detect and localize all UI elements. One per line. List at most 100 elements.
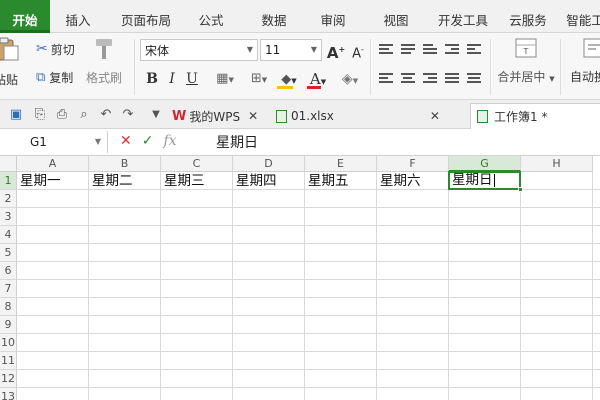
merge-icon[interactable]: ⊞▼ <box>244 68 274 90</box>
save-icon[interactable]: ▣ <box>8 107 24 123</box>
chevron-down-icon: ▼ <box>94 137 101 146</box>
fill-color-icon[interactable]: ◆▼ <box>274 68 304 90</box>
border-icon[interactable]: ▦▼ <box>210 68 240 90</box>
select-all-corner[interactable] <box>0 156 17 172</box>
cell-d1[interactable]: 星期四 <box>233 172 305 190</box>
underline-button[interactable]: U <box>182 68 202 90</box>
tab-insert[interactable]: 插入 <box>55 0 101 33</box>
align-middle-icon[interactable] <box>401 44 415 56</box>
cut-button[interactable]: ✂ 剪切 <box>36 38 75 60</box>
paste-label: 粘贴 <box>0 73 19 87</box>
row-header-12[interactable]: 12 <box>0 370 17 388</box>
column-header-d[interactable]: D <box>233 156 305 172</box>
tab-data[interactable]: 数据 <box>251 0 297 33</box>
justify-icon[interactable] <box>445 73 459 85</box>
close-icon[interactable]: ✕ <box>248 109 258 123</box>
font-size-combo[interactable]: 11 ▼ <box>260 39 322 61</box>
column-header-a[interactable]: A <box>17 156 89 172</box>
column-header-h[interactable]: H <box>521 156 593 172</box>
cell-text: 星期五 <box>308 173 349 189</box>
row-header-1[interactable]: 1 <box>0 172 17 190</box>
export-pdf-icon[interactable]: ⎘ <box>32 107 48 123</box>
wrap-text-button[interactable]: 自动换行 <box>564 37 600 85</box>
row-header-9[interactable]: 9 <box>0 316 17 334</box>
font-name-combo[interactable]: 宋体 ▼ <box>140 39 258 61</box>
close-icon[interactable]: ✕ <box>430 109 440 123</box>
outdent-icon[interactable] <box>445 44 459 56</box>
ribbon-divider <box>490 39 491 95</box>
align-right-icon[interactable] <box>423 73 437 85</box>
doc-tab-workbook1[interactable]: 工作簿1 * <box>470 103 600 129</box>
align-left-icon[interactable] <box>379 73 393 85</box>
align-bottom-icon[interactable] <box>423 44 437 56</box>
tab-cloud[interactable]: 云服务 <box>503 0 553 33</box>
paste-button[interactable]: 粘贴 <box>0 37 20 88</box>
tab-formulas[interactable]: 公式 <box>188 0 234 33</box>
formula-actions: ✕ ✓ fx <box>120 133 177 149</box>
column-header-f[interactable]: F <box>377 156 449 172</box>
italic-button[interactable]: I <box>162 68 182 90</box>
ribbon-divider <box>370 39 371 95</box>
doc-tab-label: 我的WPS <box>189 109 241 124</box>
format-painter-button[interactable]: 格式刷 <box>86 37 122 86</box>
cell-f1[interactable]: 星期六 <box>377 172 449 190</box>
indent-icon[interactable] <box>467 44 481 56</box>
cell-g1[interactable]: 星期日 <box>448 171 521 190</box>
cell-a1[interactable]: 星期一 <box>17 172 89 190</box>
column-header-b[interactable]: B <box>89 156 161 172</box>
tab-developer[interactable]: 开发工具 <box>430 0 496 33</box>
redo-icon[interactable]: ↷ <box>120 107 136 123</box>
formula-bar: G1 ▼ ✕ ✓ fx 星期日 <box>0 129 600 156</box>
customize-dropdown-icon[interactable]: ▼ <box>148 107 164 123</box>
align-top-icon[interactable] <box>379 44 393 56</box>
row-header-3[interactable]: 3 <box>0 208 17 226</box>
merge-center-button[interactable]: T 合并居中 ▼ <box>495 37 557 85</box>
column-header-g[interactable]: G <box>449 156 521 172</box>
cancel-icon[interactable]: ✕ <box>120 133 132 149</box>
cell-area[interactable]: 星期一 星期二 星期三 星期四 星期五 星期六 星期日 <box>17 171 600 400</box>
wps-logo-icon: W <box>172 108 187 124</box>
copy-button[interactable]: ⧉ 复制 <box>36 66 73 88</box>
ribbon-tabs: 开始 插入 页面布局 公式 数据 审阅 视图 开发工具 云服务 智能工 <box>0 0 600 33</box>
cell-c1[interactable]: 星期三 <box>161 172 233 190</box>
row-header-8[interactable]: 8 <box>0 298 17 316</box>
formula-input[interactable]: 星期日 <box>216 132 258 152</box>
tab-home[interactable]: 开始 <box>0 0 50 33</box>
doc-tab-my-wps[interactable]: W 我的WPS ✕ <box>172 103 258 129</box>
row-header-4[interactable]: 4 <box>0 226 17 244</box>
merge-center-label: 合并居中 ▼ <box>497 70 555 84</box>
row-header-11[interactable]: 11 <box>0 352 17 370</box>
font-name-value: 宋体 <box>145 43 170 58</box>
doc-tab-01-xlsx[interactable]: 01.xlsx ✕ <box>276 103 440 129</box>
tab-view[interactable]: 视图 <box>373 0 419 33</box>
tab-review[interactable]: 审阅 <box>310 0 356 33</box>
row-header-5[interactable]: 5 <box>0 244 17 262</box>
row-header-2[interactable]: 2 <box>0 190 17 208</box>
column-header-e[interactable]: E <box>305 156 377 172</box>
row-header-7[interactable]: 7 <box>0 280 17 298</box>
undo-icon[interactable]: ↶ <box>98 107 114 123</box>
print-preview-icon[interactable]: ⌕ <box>76 107 92 123</box>
row-header-13[interactable]: 13 <box>0 388 17 400</box>
function-icon[interactable]: fx <box>163 133 176 149</box>
distribute-icon[interactable] <box>467 73 481 85</box>
clear-format-icon[interactable]: ◈▼ <box>336 68 364 90</box>
cell-text: 星期四 <box>236 173 277 189</box>
tab-smart[interactable]: 智能工 <box>560 0 600 33</box>
fill-handle[interactable] <box>518 187 523 192</box>
tab-page-layout[interactable]: 页面布局 <box>112 0 180 33</box>
cell-e1[interactable]: 星期五 <box>305 172 377 190</box>
align-center-icon[interactable] <box>401 73 415 85</box>
paste-icon <box>0 37 19 61</box>
confirm-icon[interactable]: ✓ <box>142 133 154 149</box>
bold-button[interactable]: B <box>142 68 162 90</box>
name-box[interactable]: G1 ▼ <box>0 131 108 153</box>
decrease-font-icon[interactable]: A- <box>348 39 368 61</box>
increase-font-icon[interactable]: A+ <box>326 39 346 62</box>
font-color-icon[interactable]: A▼ <box>304 68 332 90</box>
column-header-c[interactable]: C <box>161 156 233 172</box>
print-icon[interactable]: ⎙ <box>54 107 70 123</box>
row-header-10[interactable]: 10 <box>0 334 17 352</box>
cell-b1[interactable]: 星期二 <box>89 172 161 190</box>
row-header-6[interactable]: 6 <box>0 262 17 280</box>
